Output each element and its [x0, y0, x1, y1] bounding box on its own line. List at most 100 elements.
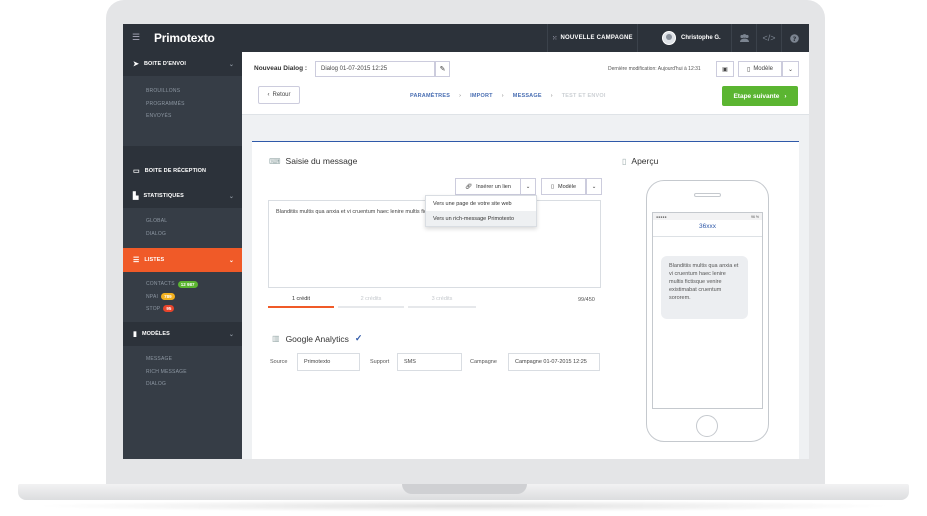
- message-model-dropdown-toggle[interactable]: ⌄: [586, 178, 602, 195]
- sidebar-subitem-stop[interactable]: STOP 95: [123, 303, 242, 315]
- preview-title-text: Aperçu: [631, 156, 659, 166]
- source-label: Source: [270, 359, 288, 365]
- insert-link-label: Insérer un lien: [476, 183, 511, 190]
- sidebar-subitem-rich-message[interactable]: RICH MESSAGE: [123, 365, 242, 377]
- step-import[interactable]: IMPORT: [470, 93, 493, 99]
- sidebar-item-inbox[interactable]: ▭ BOITE DE RÉCEPTION: [123, 159, 242, 183]
- character-count: 99/450: [578, 297, 595, 303]
- next-step-label: Etape suivante: [733, 92, 780, 100]
- analytics-title-text: Google Analytics: [285, 333, 349, 344]
- support-field[interactable]: SMS: [397, 353, 462, 371]
- grid-icon: ⁙: [552, 35, 558, 42]
- document-icon: ▯: [550, 183, 554, 190]
- editor-panel: ⌨ Saisie du message 🔗︎ Insérer un lien ⌄…: [252, 142, 799, 459]
- next-step-button[interactable]: Etape suivante ›: [722, 86, 798, 106]
- user-menu[interactable]: Christophe G.: [657, 24, 732, 52]
- laptop-notch: [402, 484, 527, 494]
- chevron-down-icon: ⌄: [228, 61, 234, 68]
- send-box-submenu: BROUILLONS PROGRAMMÉS ENVOYÉS: [123, 76, 242, 146]
- sidebar-item-send-box[interactable]: ➤ BOITE D'ENVOI ⌄: [123, 52, 242, 76]
- sidebar-item-label: STATISTIQUES: [143, 193, 184, 199]
- team-icon[interactable]: [732, 24, 757, 52]
- message-model-label: Modèle: [557, 183, 577, 190]
- dropdown-item-rich-message[interactable]: Vers un rich-message Primotexto: [426, 211, 536, 226]
- campaign-field[interactable]: Campagne 01-07-2015 12:25: [508, 353, 600, 371]
- insert-link-dropdown: Vers une page de votre site web Vers un …: [425, 195, 537, 227]
- model-button[interactable]: ▯ Modèle: [738, 61, 782, 77]
- campaign-label: Campagne: [470, 359, 497, 365]
- step-message[interactable]: MESSAGE: [513, 93, 542, 99]
- avatar: [662, 31, 676, 45]
- analytics-chart-icon: ▥: [272, 334, 280, 343]
- dialog-name-label: Nouveau Dialog :: [254, 65, 308, 72]
- step-parameters[interactable]: PARAMÈTRES: [410, 93, 450, 99]
- chevron-down-icon: ⌄: [228, 331, 234, 338]
- main-content: Nouveau Dialog : Dialog 01-07-2015 12:25…: [242, 52, 809, 459]
- document-icon: ▮: [133, 331, 137, 338]
- new-campaign-label: NOUVELLE CAMPAGNE: [560, 35, 633, 41]
- chevron-down-icon: ⌄: [525, 183, 531, 190]
- phone-home-button: [696, 415, 718, 437]
- chevron-down-icon: ⌄: [228, 193, 234, 200]
- chevron-down-icon: ⌄: [591, 183, 597, 190]
- tab-3-credits[interactable]: 3 crédits: [408, 294, 476, 308]
- chevron-right-icon: ›: [784, 92, 787, 100]
- link-icon: 🔗︎: [465, 183, 473, 190]
- pencil-icon[interactable]: ✎: [435, 61, 450, 77]
- save-icon[interactable]: ▣: [716, 61, 734, 77]
- back-button-label: Retour: [272, 92, 291, 98]
- document-icon: ▯: [747, 66, 751, 73]
- count-badge: 95: [163, 305, 175, 313]
- sidebar-subitem-label: NPAI: [146, 293, 159, 300]
- sidebar-subitem-dialog-model[interactable]: DIALOG: [123, 378, 242, 390]
- sidebar-subitem-global[interactable]: GLOBAL: [123, 215, 242, 227]
- help-icon[interactable]: ?: [782, 24, 807, 52]
- mobile-icon: ▯: [622, 156, 627, 166]
- checkmark-icon[interactable]: ✓: [355, 333, 363, 344]
- sidebar-subitem-sent[interactable]: ENVOYÉS: [123, 110, 242, 122]
- sidebar-subitem-contacts[interactable]: CONTACTS 12 987: [123, 278, 242, 290]
- menu-icon[interactable]: ☰: [132, 32, 140, 43]
- chevron-left-icon: ‹: [267, 92, 270, 98]
- sidebar-item-lists[interactable]: ☰ LISTES ⌄: [123, 248, 242, 272]
- count-badge: 789: [161, 293, 175, 301]
- back-button[interactable]: ‹ Retour: [258, 86, 300, 104]
- sidebar-subitem-drafts[interactable]: BROUILLONS: [123, 85, 242, 97]
- sidebar-subitem-label: CONTACTS: [146, 281, 175, 288]
- source-field[interactable]: Primotexto: [297, 353, 360, 371]
- message-model-button[interactable]: ▯ Modèle: [541, 178, 586, 195]
- chevron-down-icon[interactable]: ⌄: [782, 61, 799, 77]
- insert-link-dropdown-toggle[interactable]: ⌄: [520, 178, 536, 195]
- sidebar-subitem-message[interactable]: MESSAGE: [123, 353, 242, 365]
- chevron-right-icon: ›: [501, 93, 504, 99]
- chevron-right-icon: ›: [459, 93, 462, 99]
- page-header: Nouveau Dialog : Dialog 01-07-2015 12:25…: [242, 52, 809, 115]
- dialog-name-input[interactable]: Dialog 01-07-2015 12:25: [315, 61, 435, 77]
- dropdown-item-website[interactable]: Vers une page de votre site web: [426, 196, 536, 211]
- sidebar-subitem-scheduled[interactable]: PROGRAMMÉS: [123, 97, 242, 109]
- list-icon: ☰: [133, 257, 140, 264]
- new-campaign-button[interactable]: ⁙ NOUVELLE CAMPAGNE: [547, 24, 638, 52]
- tab-1-credit[interactable]: 1 crédit: [268, 294, 334, 308]
- wizard-steps: PARAMÈTRES › IMPORT › MESSAGE › TEST ET ENV…: [410, 93, 606, 99]
- sidebar-item-label: MODÈLES: [141, 331, 170, 337]
- insert-link-button[interactable]: 🔗︎ Insérer un lien: [455, 178, 521, 195]
- tab-2-credits[interactable]: 2 crédits: [338, 294, 404, 308]
- sidebar-item-models[interactable]: ▮ MODÈLES ⌄: [123, 322, 242, 346]
- preview-section-title: ▯ Aperçu: [622, 156, 658, 166]
- analytics-section-title: ▥ Google Analytics ✓: [272, 333, 362, 344]
- sidebar-item-statistics[interactable]: ▙ STATISTIQUES ⌄: [123, 184, 242, 208]
- phone-preview: ●●●●● 96 % 36xxx Blanditiis multis qua a…: [646, 180, 769, 442]
- signal-icon: ●●●●●: [656, 214, 667, 219]
- code-icon[interactable]: </>: [757, 24, 782, 52]
- chevron-right-icon: ›: [550, 93, 553, 99]
- message-title-text: Saisie du message: [285, 156, 358, 166]
- sidebar-subitem-dialog[interactable]: DIALOG: [123, 227, 242, 239]
- message-section-title: ⌨ Saisie du message: [269, 156, 357, 166]
- app-logo[interactable]: Primotexto: [154, 31, 215, 45]
- sidebar-subitem-npai[interactable]: NPAI 789: [123, 290, 242, 302]
- message-bubble: Blanditiis multis qua anxia et vi cruent…: [661, 256, 748, 319]
- app-screen: ☰ Primotexto ⁙ NOUVELLE CAMPAGNE Christo…: [123, 24, 809, 459]
- paper-plane-icon: ➤: [133, 61, 139, 68]
- laptop-shadow: [30, 500, 897, 512]
